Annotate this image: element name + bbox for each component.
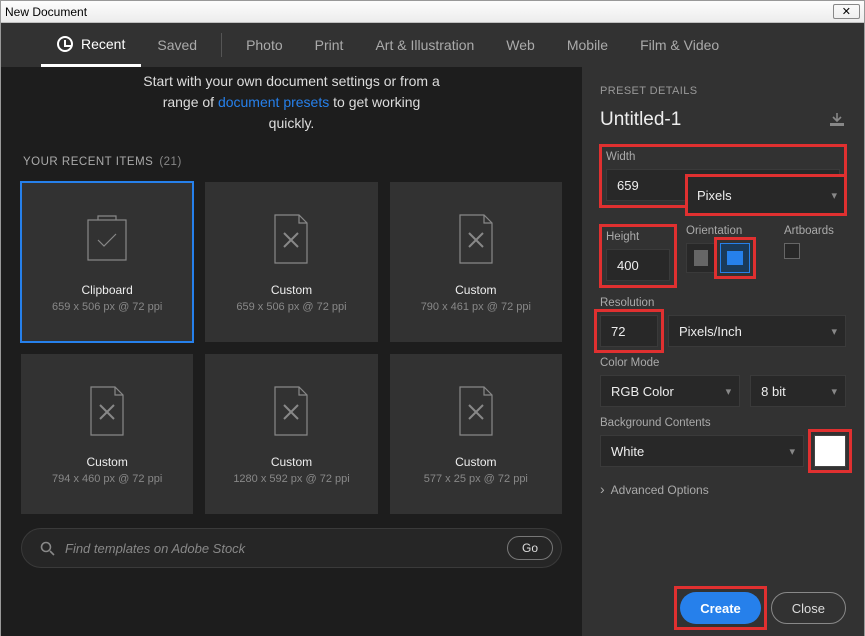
chevron-down-icon: ▾ (831, 385, 837, 398)
search-placeholder: Find templates on Adobe Stock (65, 541, 507, 556)
document-icon (80, 383, 134, 439)
document-icon (449, 211, 503, 267)
bitdepth-select[interactable]: 8 bit▾ (750, 375, 846, 407)
search-icon (40, 541, 55, 556)
preset-details-header: PRESET DETAILS (600, 85, 846, 97)
tab-web[interactable]: Web (490, 23, 551, 67)
preset-card-custom[interactable]: Custom 1280 x 592 px @ 72 ppi (205, 354, 377, 514)
card-title: Custom (271, 283, 312, 297)
card-subtitle: 659 x 506 px @ 72 ppi (52, 301, 162, 313)
resolution-label: Resolution (600, 297, 846, 309)
card-subtitle: 794 x 460 px @ 72 ppi (52, 473, 162, 485)
orientation-portrait-button[interactable] (686, 243, 716, 273)
category-tabs: Recent Saved Photo Print Art & Illustrat… (1, 23, 864, 67)
card-subtitle: 659 x 506 px @ 72 ppi (236, 301, 346, 313)
titlebar: New Document ✕ (1, 1, 864, 23)
resolution-input[interactable]: 72 (600, 315, 658, 347)
colormode-label: Color Mode (600, 357, 846, 369)
height-label: Height (606, 231, 670, 243)
preset-card-custom[interactable]: Custom 790 x 461 px @ 72 ppi (390, 182, 562, 342)
card-subtitle: 1280 x 592 px @ 72 ppi (233, 473, 349, 485)
chevron-down-icon: ▾ (726, 385, 732, 398)
tab-mobile[interactable]: Mobile (551, 23, 624, 67)
card-title: Custom (86, 455, 127, 469)
tab-print[interactable]: Print (299, 23, 360, 67)
recent-icon (57, 36, 73, 52)
resolution-units-select[interactable]: Pixels/Inch▾ (668, 315, 846, 347)
document-name-input[interactable]: Untitled-1 (600, 109, 681, 131)
save-preset-icon[interactable] (828, 113, 846, 127)
card-title: Custom (271, 455, 312, 469)
artboards-label: Artboards (784, 225, 846, 237)
colormode-select[interactable]: RGB Color▾ (600, 375, 740, 407)
create-button[interactable]: Create (680, 592, 760, 624)
document-presets-link[interactable]: document presets (218, 94, 329, 110)
tab-saved[interactable]: Saved (141, 23, 213, 67)
units-select[interactable]: Pixels▾ (686, 175, 846, 215)
clipboard-icon (80, 211, 134, 267)
document-icon (449, 383, 503, 439)
tab-divider (221, 33, 222, 57)
template-search[interactable]: Find templates on Adobe Stock Go (21, 528, 562, 568)
document-icon (264, 383, 318, 439)
search-go-button[interactable]: Go (507, 536, 553, 560)
card-title: Clipboard (81, 283, 132, 297)
advanced-options-toggle[interactable]: Advanced Options (600, 481, 846, 497)
tab-film-video[interactable]: Film & Video (624, 23, 735, 67)
background-select[interactable]: White▾ (600, 435, 804, 467)
intro-text: Start with your own document settings or… (21, 67, 562, 152)
preset-card-custom[interactable]: Custom 659 x 506 px @ 72 ppi (205, 182, 377, 342)
orientation-landscape-button[interactable] (720, 243, 750, 273)
preset-card-custom[interactable]: Custom 794 x 460 px @ 72 ppi (21, 354, 193, 514)
background-color-swatch[interactable] (814, 435, 846, 467)
tab-photo[interactable]: Photo (230, 23, 299, 67)
card-title: Custom (455, 455, 496, 469)
card-title: Custom (455, 283, 496, 297)
window-close-button[interactable]: ✕ (833, 4, 860, 19)
tab-art-illustration[interactable]: Art & Illustration (359, 23, 490, 67)
window-title: New Document (5, 5, 87, 19)
tab-recent[interactable]: Recent (41, 23, 141, 67)
preset-card-custom[interactable]: Custom 577 x 25 px @ 72 ppi (390, 354, 562, 514)
preset-card-clipboard[interactable]: Clipboard 659 x 506 px @ 72 ppi (21, 182, 193, 342)
artboards-checkbox[interactable] (784, 243, 800, 259)
close-button[interactable]: Close (771, 592, 846, 624)
card-subtitle: 790 x 461 px @ 72 ppi (421, 301, 531, 313)
recent-items-label: YOUR RECENT ITEMS(21) (23, 156, 562, 168)
preset-grid: Clipboard 659 x 506 px @ 72 ppi Custom 6… (21, 182, 562, 514)
background-label: Background Contents (600, 417, 846, 429)
document-icon (264, 211, 318, 267)
chevron-down-icon: ▾ (789, 445, 795, 458)
preset-details-panel: PRESET DETAILS Untitled-1 Width 659 (582, 67, 864, 636)
chevron-down-icon: ▾ (831, 189, 837, 202)
card-subtitle: 577 x 25 px @ 72 ppi (424, 473, 528, 485)
orientation-label: Orientation (686, 225, 774, 237)
chevron-down-icon: ▾ (831, 325, 837, 338)
height-input[interactable]: 400 (606, 249, 670, 281)
width-label: Width (606, 151, 840, 163)
